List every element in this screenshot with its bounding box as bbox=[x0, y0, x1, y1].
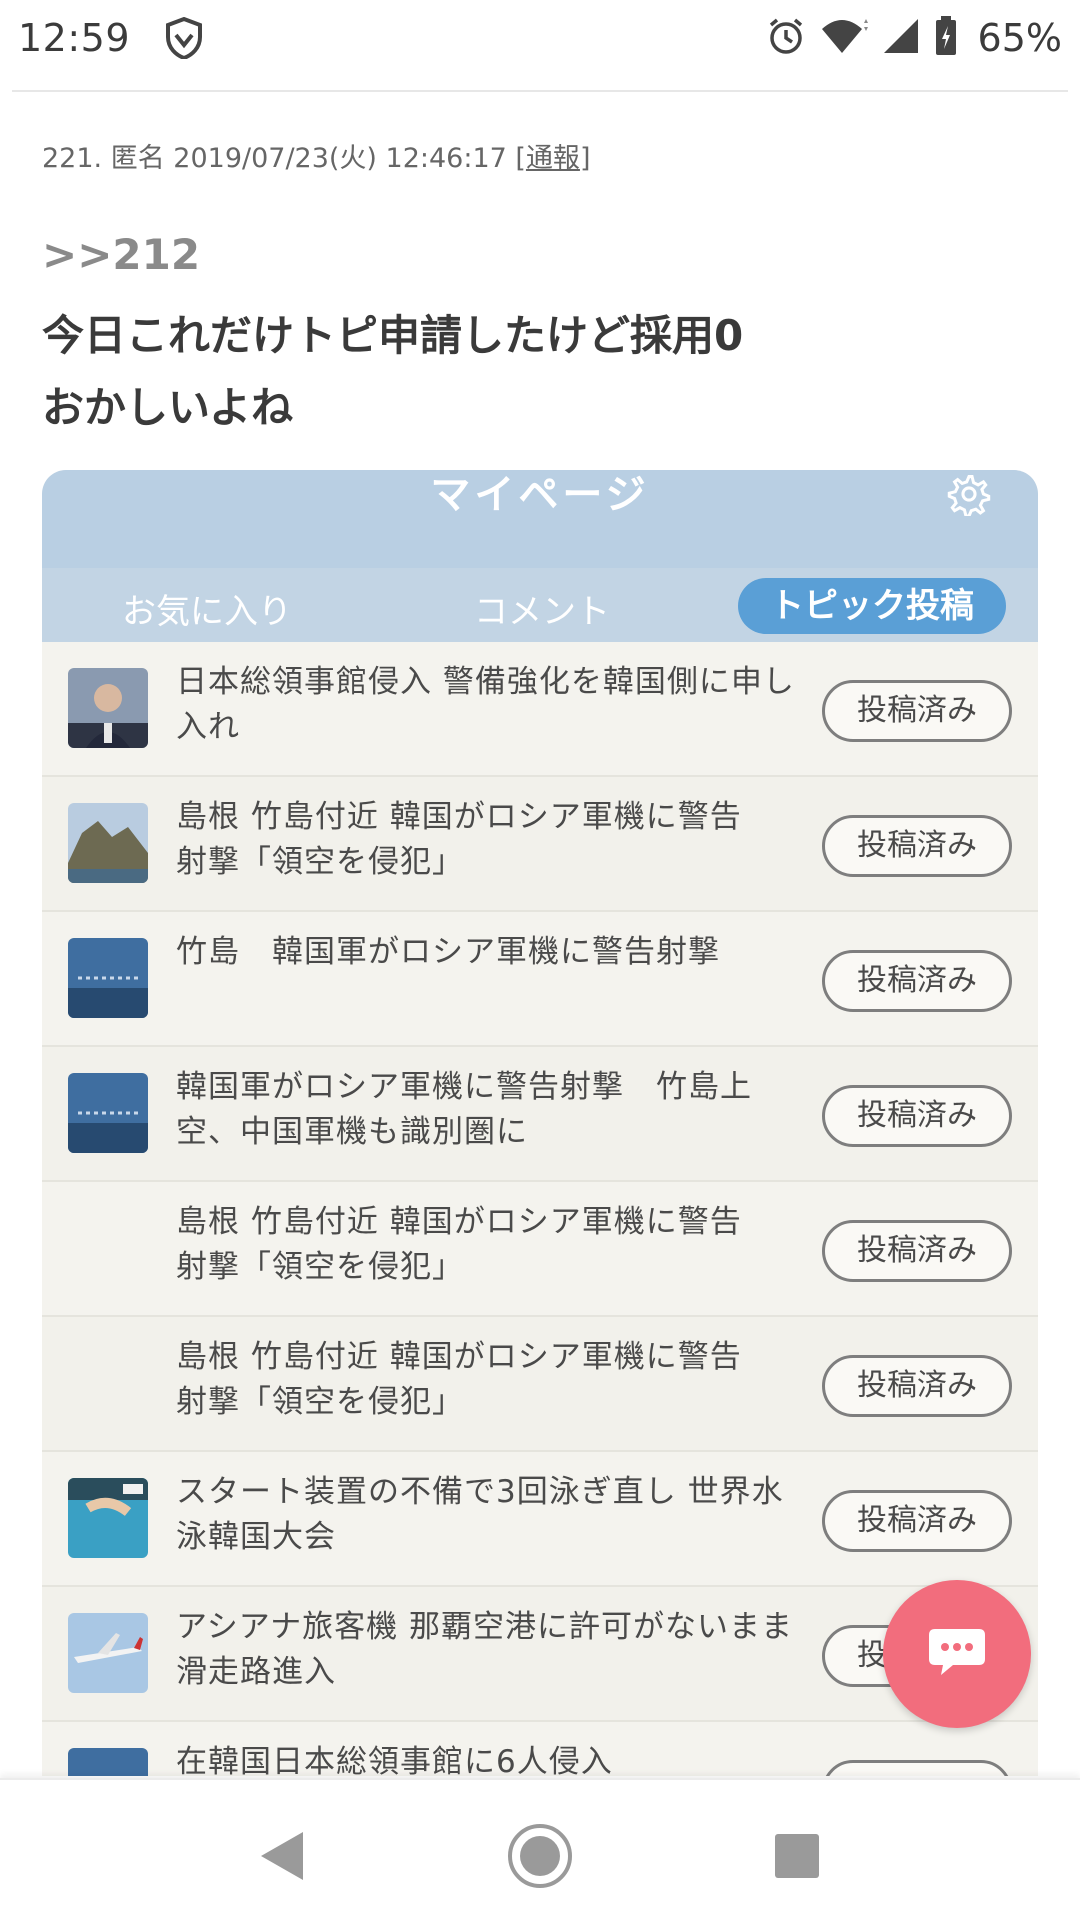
topic-title-line: 泳韓国大会 bbox=[176, 1519, 336, 1555]
status-time: 12:59 bbox=[18, 16, 131, 60]
embedded-topic-list: 日本総領事館侵入 警備強化を韓国側に申し 入れ 投稿済み 島根 竹島付近 韓国が… bbox=[42, 642, 1038, 1776]
topic-title: 日本総領事館侵入 警備強化を韓国側に申し 入れ bbox=[176, 660, 796, 750]
posted-badge bbox=[822, 1760, 1012, 1776]
thumbnail-image bbox=[68, 1478, 148, 1558]
topic-title-line: 射撃「領空を侵犯」 bbox=[176, 844, 464, 880]
status-icons: 65% bbox=[766, 16, 1062, 60]
wifi-icon bbox=[820, 17, 868, 59]
posted-badge: 投稿済み bbox=[822, 1220, 1012, 1282]
battery-percent: 65% bbox=[977, 16, 1062, 60]
post-body: 今日これだけトピ申請したけど採用0 おかしいよね bbox=[42, 300, 743, 444]
navigation-bar bbox=[0, 1778, 1080, 1920]
gear-icon bbox=[940, 472, 998, 518]
post-body-line: おかしいよね bbox=[42, 383, 294, 432]
list-item: 島根 竹島付近 韓国がロシア軍機に警告 射撃「領空を侵犯」 投稿済み bbox=[42, 1317, 1038, 1452]
chat-fab-button[interactable] bbox=[883, 1580, 1031, 1728]
topic-title-line: 島根 竹島付近 韓国がロシア軍機に警告 bbox=[176, 1204, 742, 1240]
thumbnail-image bbox=[68, 1073, 148, 1153]
topic-title-line: 在韓国日本総領事館に6人侵入 bbox=[176, 1744, 613, 1776]
list-item: 竹島 韓国軍がロシア軍機に警告射撃 投稿済み bbox=[42, 912, 1038, 1047]
topic-title: 在韓国日本総領事館に6人侵入 bbox=[176, 1740, 796, 1776]
posted-badge: 投稿済み bbox=[822, 680, 1012, 742]
back-icon[interactable] bbox=[242, 1816, 322, 1896]
thumbnail-image bbox=[68, 938, 148, 1018]
topic-title-line: 射撃「領空を侵犯」 bbox=[176, 1249, 464, 1285]
embedded-tabs: お気に入り コメント トピック投稿 bbox=[42, 568, 1038, 642]
topic-title-line: 日本総領事館侵入 警備強化を韓国側に申し bbox=[176, 664, 795, 700]
list-item: 島根 竹島付近 韓国がロシア軍機に警告 射撃「領空を侵犯」 投稿済み bbox=[42, 777, 1038, 912]
embedded-tab-favorites: お気に入り bbox=[122, 592, 292, 632]
list-item: 日本総領事館侵入 警備強化を韓国側に申し 入れ 投稿済み bbox=[42, 642, 1038, 777]
thumbnail-image bbox=[68, 803, 148, 883]
home-icon[interactable] bbox=[500, 1816, 580, 1896]
topic-title-line: 空、中国軍機も識別圏に bbox=[176, 1114, 528, 1150]
report-link[interactable]: 通報 bbox=[526, 143, 580, 174]
posted-badge: 投稿済み bbox=[822, 1085, 1012, 1147]
topic-title-line: 島根 竹島付近 韓国がロシア軍機に警告 bbox=[176, 1339, 742, 1375]
embedded-tab-comments: コメント bbox=[474, 592, 610, 632]
topic-title-line: アシアナ旅客機 那覇空港に許可がないまま bbox=[176, 1609, 793, 1645]
topic-title-line: 入れ bbox=[176, 709, 240, 745]
list-item: 島根 竹島付近 韓国がロシア軍機に警告 射撃「領空を侵犯」 投稿済み bbox=[42, 1182, 1038, 1317]
post-body-line: 今日これだけトピ申請したけど採用0 bbox=[42, 311, 744, 360]
topic-title: 島根 竹島付近 韓国がロシア軍機に警告 射撃「領空を侵犯」 bbox=[176, 1335, 796, 1425]
posted-badge: 投稿済み bbox=[822, 950, 1012, 1012]
embedded-header: マイページ お気に入り コメント トピック投稿 bbox=[42, 470, 1038, 642]
topic-title-line: 韓国軍がロシア軍機に警告射撃 竹島上 bbox=[176, 1069, 752, 1105]
recents-icon[interactable] bbox=[757, 1816, 837, 1896]
topic-title-line: 島根 竹島付近 韓国がロシア軍機に警告 bbox=[176, 799, 742, 835]
topic-title: 島根 竹島付近 韓国がロシア軍機に警告 射撃「領空を侵犯」 bbox=[176, 795, 796, 885]
topic-title: スタート装置の不備で3回泳ぎ直し 世界水 泳韓国大会 bbox=[176, 1470, 796, 1560]
attached-screenshot[interactable]: マイページ お気に入り コメント トピック投稿 日本総領事館侵入 警備強化を韓国… bbox=[42, 470, 1038, 1776]
reply-reference-link[interactable]: >>212 bbox=[42, 230, 200, 279]
thumbnail-image bbox=[68, 668, 148, 748]
embedded-title: マイページ bbox=[430, 472, 650, 518]
topic-title-line: 滑走路進入 bbox=[176, 1654, 336, 1690]
embedded-tab-topic-posts: トピック投稿 bbox=[738, 578, 1006, 634]
status-bar: 12:59 65% bbox=[0, 0, 1080, 76]
topic-title: 島根 竹島付近 韓国がロシア軍機に警告 射撃「領空を侵犯」 bbox=[176, 1200, 796, 1290]
thumbnail-image bbox=[68, 1748, 148, 1776]
list-item: 韓国軍がロシア軍機に警告射撃 竹島上 空、中国軍機も識別圏に 投稿済み bbox=[42, 1047, 1038, 1182]
thumbnail-image bbox=[68, 1613, 148, 1693]
list-item: 在韓国日本総領事館に6人侵入 bbox=[42, 1722, 1038, 1776]
post-meta-prefix: 221. 匿名 2019/07/23(火) 12:46:17 [ bbox=[42, 143, 526, 174]
topic-title: 竹島 韓国軍がロシア軍機に警告射撃 bbox=[176, 930, 796, 975]
post-meta: 221. 匿名 2019/07/23(火) 12:46:17 [通報] bbox=[42, 136, 590, 175]
posted-badge: 投稿済み bbox=[822, 815, 1012, 877]
signal-icon bbox=[882, 17, 920, 59]
topic-title: アシアナ旅客機 那覇空港に許可がないまま 滑走路進入 bbox=[176, 1605, 796, 1695]
battery-icon bbox=[934, 16, 958, 60]
chat-bubble-icon bbox=[927, 1627, 987, 1681]
post-meta-suffix: ] bbox=[579, 143, 591, 174]
alarm-icon bbox=[766, 16, 806, 60]
topic-title: 韓国軍がロシア軍機に警告射撃 竹島上 空、中国軍機も識別圏に bbox=[176, 1065, 796, 1155]
topic-title-line: 竹島 韓国軍がロシア軍機に警告射撃 bbox=[176, 934, 720, 970]
posted-badge: 投稿済み bbox=[822, 1355, 1012, 1417]
list-item: スタート装置の不備で3回泳ぎ直し 世界水 泳韓国大会 投稿済み bbox=[42, 1452, 1038, 1587]
shield-icon bbox=[162, 16, 206, 60]
status-divider bbox=[12, 90, 1068, 92]
posted-badge: 投稿済み bbox=[822, 1490, 1012, 1552]
topic-title-line: 射撃「領空を侵犯」 bbox=[176, 1384, 464, 1420]
topic-title-line: スタート装置の不備で3回泳ぎ直し 世界水 bbox=[176, 1474, 784, 1510]
